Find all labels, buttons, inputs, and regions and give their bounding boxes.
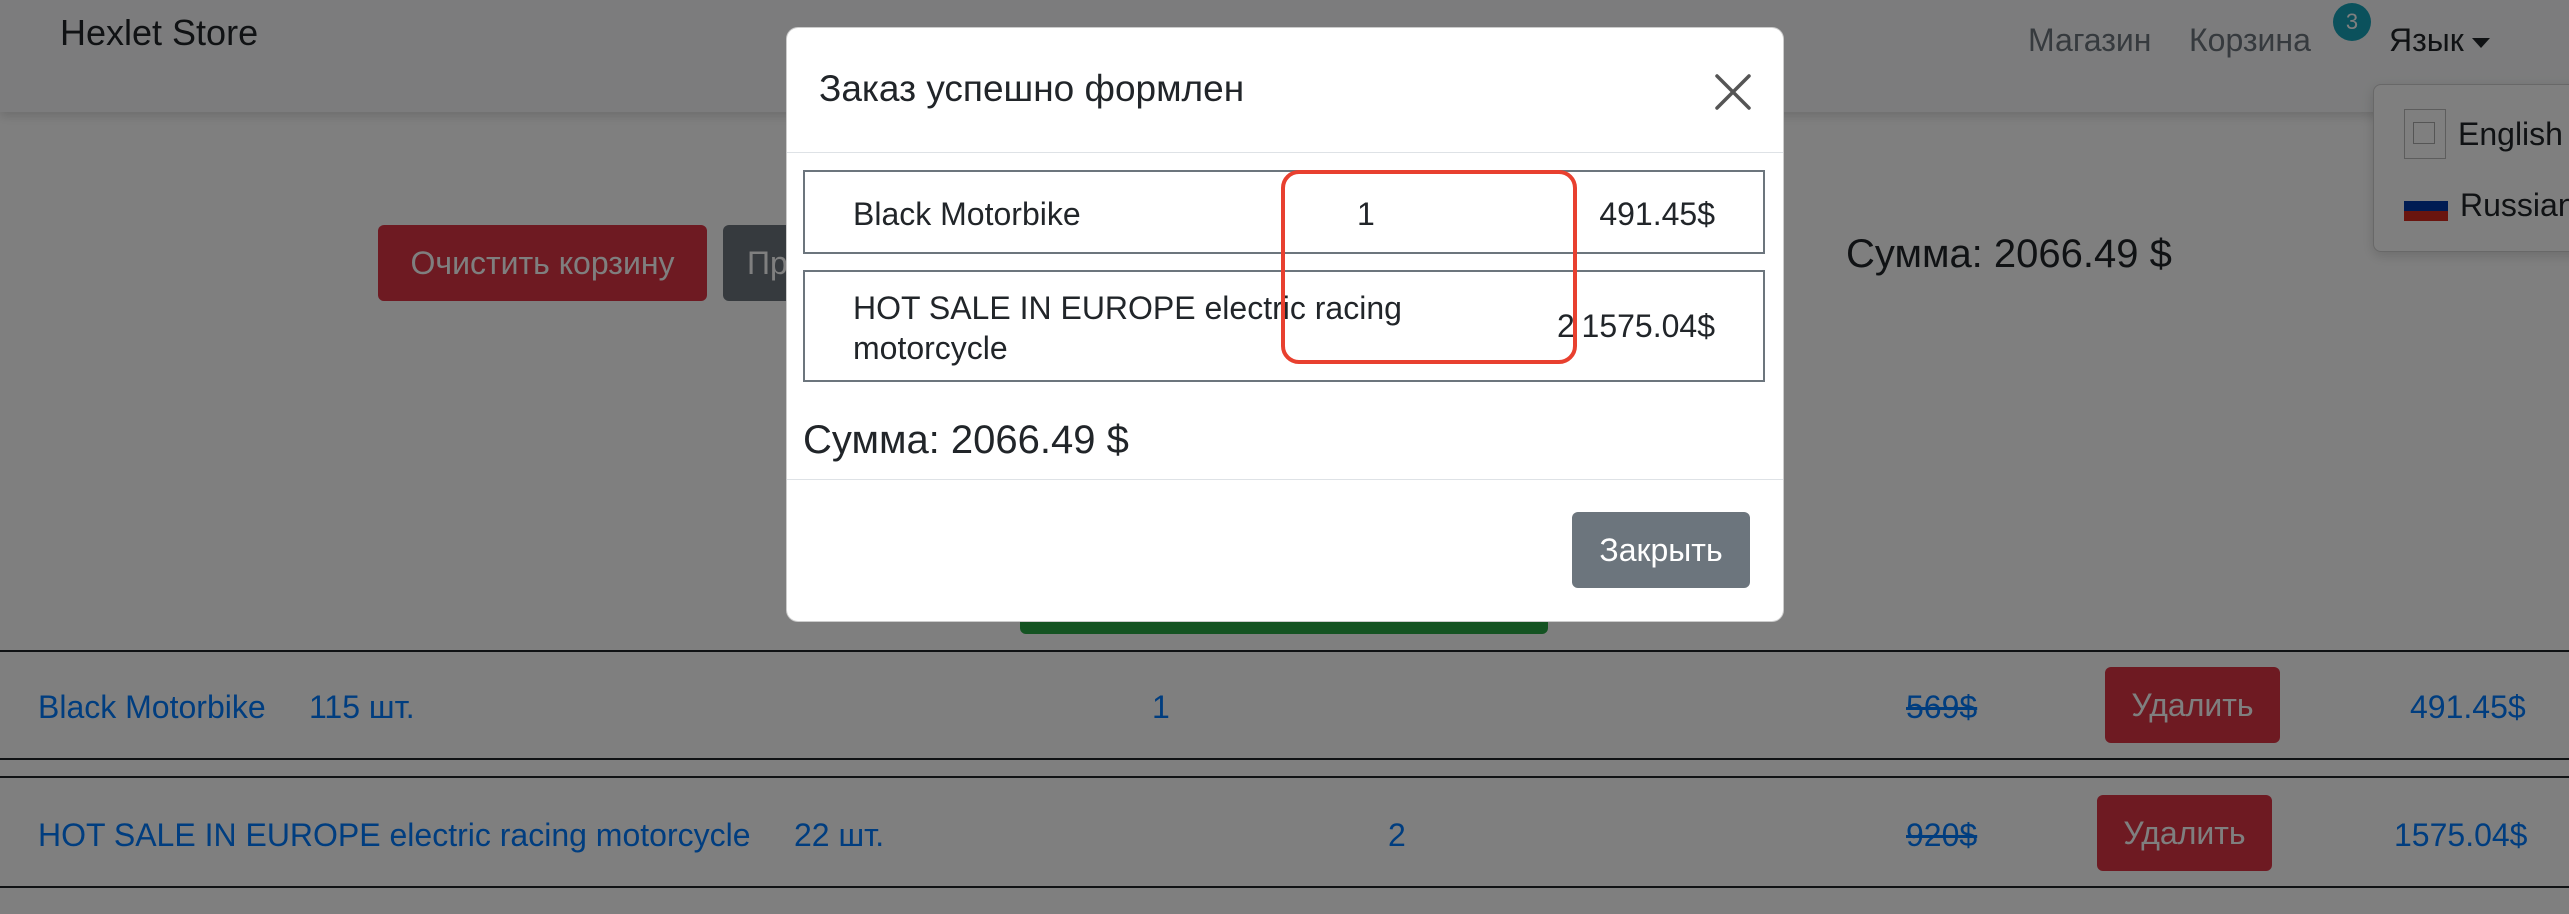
modal-total: Сумма: 2066.49 $	[803, 418, 1129, 462]
order-success-modal: Заказ успешно формлен Black Motorbike 1 …	[786, 27, 1784, 622]
modal-header-divider	[787, 152, 1783, 153]
close-icon[interactable]	[1711, 70, 1755, 114]
order-item-name-line: motorcycle	[853, 330, 1008, 366]
order-item-name: Black Motorbike	[853, 196, 1081, 232]
order-item-price: 1575.04$	[1581, 308, 1715, 344]
close-button[interactable]: Закрыть	[1572, 512, 1750, 588]
annotation-highlight	[1281, 170, 1577, 364]
modal-title: Заказ успешно формлен	[819, 68, 1245, 109]
modal-footer-divider	[787, 479, 1783, 480]
order-item-price: 491.45$	[1599, 196, 1715, 232]
